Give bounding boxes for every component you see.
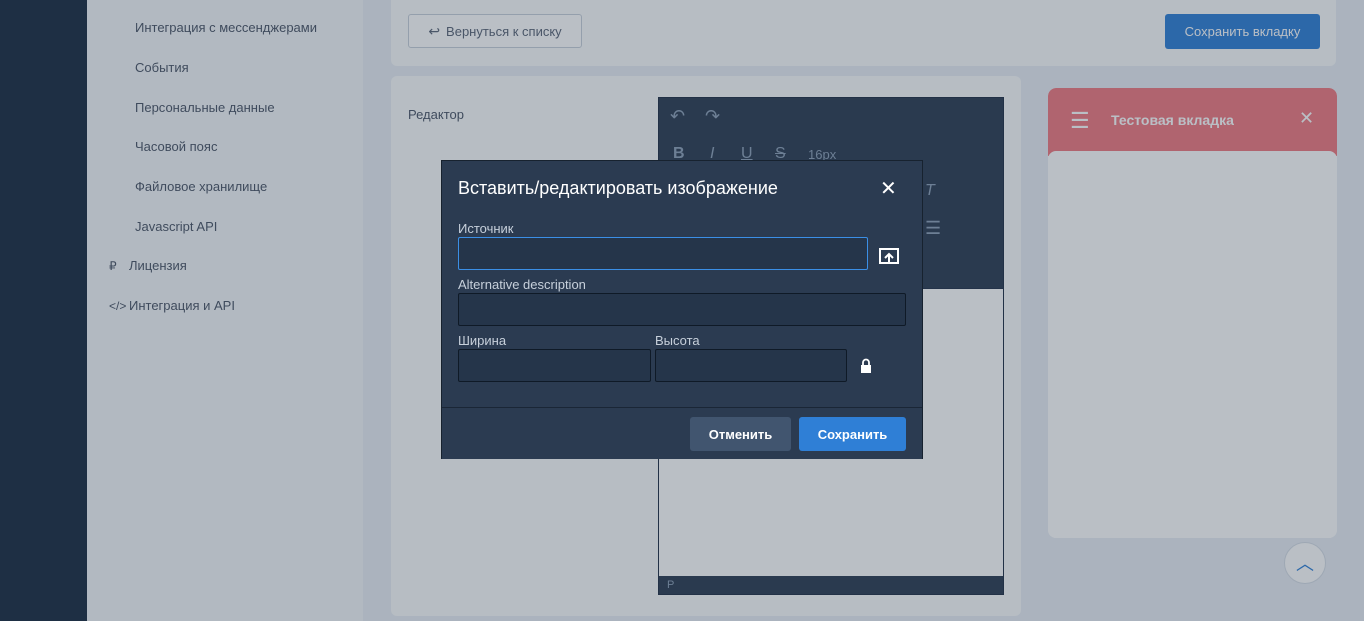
dialog-footer: Отменить Сохранить xyxy=(442,407,922,459)
height-label: Высота xyxy=(655,333,700,348)
save-button[interactable]: Сохранить xyxy=(799,417,906,451)
source-input[interactable] xyxy=(458,237,868,270)
upload-icon[interactable] xyxy=(879,247,899,267)
width-input[interactable] xyxy=(458,349,651,382)
dialog-title: Вставить/редактировать изображение xyxy=(458,178,778,198)
source-label: Источник xyxy=(458,221,514,236)
height-input[interactable] xyxy=(655,349,847,382)
lock-icon-svg xyxy=(861,358,871,373)
upload-icon-svg xyxy=(879,248,899,264)
alt-description-label: Alternative description xyxy=(458,277,586,292)
cancel-button[interactable]: Отменить xyxy=(690,417,791,451)
image-dialog: Вставить/редактировать изображение ✕ Ист… xyxy=(441,160,923,459)
close-icon[interactable]: ✕ xyxy=(880,176,897,201)
width-label: Ширина xyxy=(458,333,507,348)
lock-icon[interactable] xyxy=(860,358,876,376)
alt-description-input[interactable] xyxy=(458,293,906,326)
